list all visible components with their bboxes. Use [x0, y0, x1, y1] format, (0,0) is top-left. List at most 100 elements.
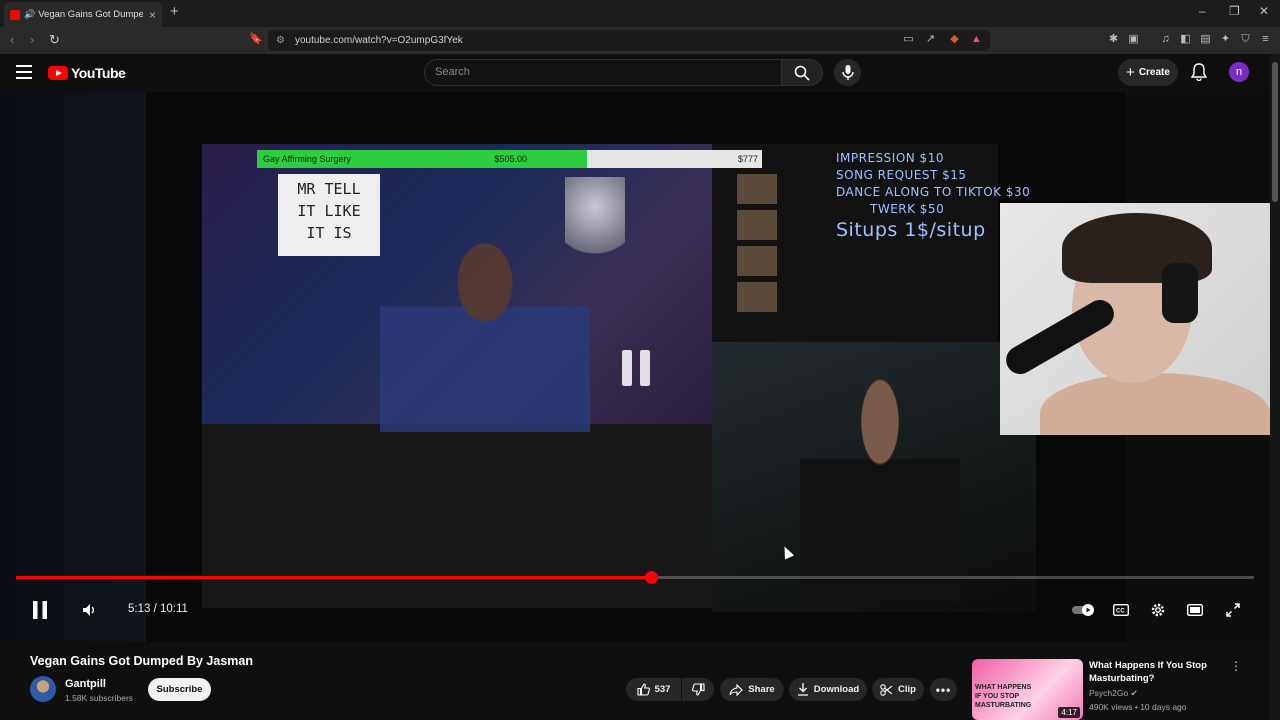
- plus-icon: +: [1126, 64, 1135, 81]
- verified-badge-icon: ✔: [1130, 688, 1138, 698]
- more-horizontal-icon: •••: [935, 682, 952, 697]
- recommended-title[interactable]: What Happens If You Stop Masturbating?: [1089, 659, 1229, 685]
- gear-icon: [1151, 603, 1165, 617]
- forward-icon[interactable]: ›: [30, 32, 34, 47]
- new-tab-button[interactable]: +: [170, 3, 179, 20]
- like-count: 537: [654, 684, 671, 695]
- clip-button[interactable]: Clip: [872, 678, 924, 701]
- pause-button[interactable]: [29, 598, 51, 622]
- headphones-figure: [1162, 263, 1198, 323]
- channel-avatar[interactable]: [30, 676, 56, 702]
- progress-bar[interactable]: [16, 571, 1254, 584]
- media-icon[interactable]: ♫: [1159, 33, 1172, 46]
- screenshot-icon[interactable]: ▣: [1127, 33, 1140, 46]
- menu-icon[interactable]: ≡: [1259, 33, 1272, 46]
- price-line: IMPRESSION $10: [836, 151, 944, 165]
- notifications-bell-icon[interactable]: [1191, 63, 1207, 81]
- clip-label: Clip: [898, 684, 916, 695]
- youtube-play-icon: [48, 66, 68, 80]
- streamer-figure: [380, 202, 590, 432]
- donation-goal-target: $777: [587, 150, 762, 168]
- close-tab-icon[interactable]: ×: [149, 8, 156, 22]
- progress-played: [16, 576, 652, 579]
- search-button[interactable]: [781, 59, 823, 86]
- youtube-wordmark: YouTube: [71, 65, 126, 81]
- donation-goal-bar: Gay Affirming Surgery $505.00: [257, 150, 587, 168]
- vpn-icon[interactable]: ⛉: [1239, 33, 1252, 46]
- recommended-channel[interactable]: Psych2Go ✔: [1089, 688, 1138, 699]
- donation-goal-label: Gay Affirming Surgery: [263, 154, 351, 164]
- site-settings-icon[interactable]: ⚙: [276, 35, 285, 46]
- theater-icon: [1187, 604, 1203, 616]
- fullscreen-button[interactable]: [1222, 598, 1244, 622]
- restore-icon[interactable]: ❐: [1229, 4, 1240, 18]
- download-label: Download: [813, 684, 860, 695]
- svg-text:CC: CC: [1116, 609, 1125, 615]
- channel-name[interactable]: Gantpill: [65, 678, 106, 690]
- url-field[interactable]: ⚙ youtube.com/watch?v=O2umpG3fYek: [268, 30, 990, 51]
- minimize-icon[interactable]: –: [1199, 4, 1206, 18]
- scissors-icon: [880, 683, 893, 696]
- recommended-menu-icon[interactable]: ⋮: [1230, 659, 1242, 673]
- current-time: 5:13: [128, 603, 151, 615]
- volume-button[interactable]: [78, 598, 100, 622]
- time-display: 5:13 / 10:11: [128, 603, 188, 615]
- progress-scrubber[interactable]: [645, 571, 659, 584]
- youtube-logo[interactable]: YouTube: [48, 65, 126, 81]
- create-button[interactable]: + Create: [1118, 59, 1178, 86]
- share-button[interactable]: Share: [720, 678, 784, 701]
- recommended-thumbnail[interactable]: WHAT HAPPENS IF YOU STOP MASTURBATING 4:…: [972, 659, 1083, 720]
- speaker-icon[interactable]: 🔊: [24, 9, 35, 20]
- wallet-icon[interactable]: ▤: [1199, 33, 1212, 46]
- bookmark-icon[interactable]: 🔖: [249, 32, 263, 45]
- reload-icon[interactable]: ↻: [49, 32, 60, 48]
- address-bar-row: ‹ › ↻ 🔖 ⚙ youtube.com/watch?v=O2umpG3fYe…: [0, 27, 1280, 54]
- settings-button[interactable]: [1147, 598, 1169, 622]
- search-icon: [794, 65, 810, 81]
- more-actions-button[interactable]: •••: [930, 678, 957, 701]
- sidebar-thumbnails: [737, 174, 777, 334]
- guide-menu-icon[interactable]: [16, 65, 32, 79]
- recommended-meta: 490K views • 10 days ago: [1089, 702, 1187, 712]
- cast-icon[interactable]: ▭: [902, 33, 915, 46]
- sidebar-icon[interactable]: ◧: [1179, 33, 1192, 46]
- scrollbar-thumb[interactable]: [1272, 62, 1278, 202]
- account-avatar[interactable]: n: [1229, 62, 1249, 82]
- brave-rewards-icon[interactable]: ▲: [970, 33, 983, 46]
- url-text: youtube.com/watch?v=O2umpG3fYek: [294, 35, 463, 46]
- recommended-thumbnail-text: WHAT HAPPENS IF YOU STOP MASTURBATING: [975, 684, 1032, 709]
- download-icon: [797, 683, 808, 696]
- video-frame-youtube-page: [202, 424, 712, 608]
- dislike-button[interactable]: [682, 678, 714, 701]
- search-input[interactable]: Search: [424, 59, 782, 86]
- page-scrollbar[interactable]: [1270, 54, 1280, 720]
- captions-button[interactable]: CC: [1110, 598, 1132, 622]
- brave-shield-icon[interactable]: ◆: [948, 33, 961, 46]
- thumbs-up-icon: [637, 683, 650, 696]
- autoplay-toggle[interactable]: [1072, 598, 1096, 622]
- captions-icon: CC: [1113, 604, 1129, 616]
- create-label: Create: [1138, 67, 1170, 78]
- recommended-duration: 4:17: [1058, 707, 1080, 718]
- leo-ai-icon[interactable]: ✦: [1219, 33, 1232, 46]
- share-icon: [729, 683, 744, 696]
- like-button[interactable]: 537: [626, 678, 681, 701]
- volume-icon: [83, 604, 94, 616]
- subscribe-button[interactable]: Subscribe: [148, 678, 211, 701]
- tab-title: Vegan Gains Got Dumped By: [38, 9, 143, 20]
- video-player[interactable]: Gay Affirming Surgery $505.00 $777 MR TE…: [0, 92, 1270, 642]
- sign-line: IT IS: [306, 224, 352, 242]
- theater-mode-button[interactable]: [1184, 598, 1206, 622]
- back-icon[interactable]: ‹: [10, 32, 14, 47]
- browser-tab[interactable]: 🔊 Vegan Gains Got Dumped By ×: [4, 2, 162, 27]
- center-pause-icon[interactable]: [620, 350, 652, 386]
- youtube-favicon-icon: [10, 9, 20, 20]
- download-button[interactable]: Download: [789, 678, 867, 701]
- thumbs-down-icon: [691, 683, 705, 696]
- extensions-icon[interactable]: ✱: [1107, 33, 1120, 46]
- close-window-icon[interactable]: ✕: [1259, 4, 1269, 18]
- donation-goal-amount: $505.00: [494, 154, 527, 164]
- voice-search-button[interactable]: [834, 59, 861, 86]
- video-sign: MR TELL IT LIKE IT IS: [278, 174, 380, 256]
- share-page-icon[interactable]: ↗: [924, 33, 937, 46]
